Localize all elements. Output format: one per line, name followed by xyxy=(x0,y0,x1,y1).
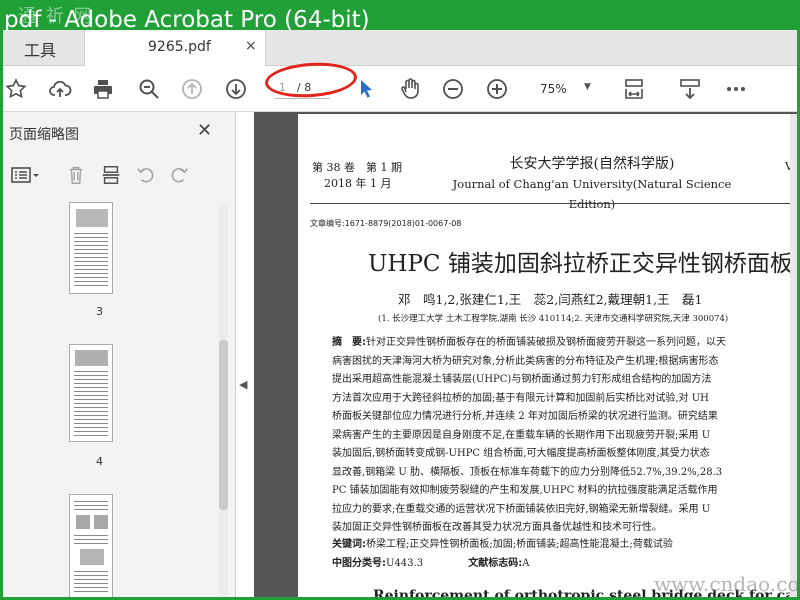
zoom-select[interactable]: 75% ▼ xyxy=(530,80,592,100)
abstract-line: 病害困扰的天津海河大桥为研究对象,分析此类病害的分布特征及产生机理;根据病害形态 xyxy=(332,355,719,367)
thumbnail-figure xyxy=(76,209,108,227)
abstract-line: PC 铺装加固能有效抑制疲劳裂缝的产生和发展,UHPC 材料的抗拉强度能满足活载… xyxy=(332,485,718,496)
thumbnail-page[interactable] xyxy=(69,344,113,442)
thumbnail-figure xyxy=(94,515,108,529)
fit-page-icon[interactable] xyxy=(620,76,648,102)
thumbnail-panel: 页面缩略图 ✕ 3 4 xyxy=(0,112,236,600)
article-affiliation: (1. 长沙理工大学 土木工程学院,湖南 长沙 410114;2. 天津市交通科… xyxy=(378,314,729,324)
main-toolbar: 1 / 8 75% ▼ xyxy=(0,66,800,112)
rotate-ccw-icon[interactable] xyxy=(133,162,159,188)
site-watermark: www.cndao.com xyxy=(654,572,800,596)
prev-page-icon[interactable] xyxy=(178,76,206,102)
tab-row: 工具 9265.pdf × xyxy=(0,30,800,67)
doc-code-value: A xyxy=(522,558,530,569)
abstract-line: 提出采用超高性能混凝土铺装层(UHPC)与钢桥面通过剪力钉形成组合结构的加固方法 xyxy=(332,374,712,385)
rotate-cw-icon[interactable] xyxy=(166,162,192,188)
journal-date-line: 2018 年 1 月 xyxy=(324,177,392,190)
thumbnail-list: 3 4 xyxy=(0,202,220,600)
abstract-line: 装加固后,钢桥面转变成钢-UHPC 组合桥面,可大幅度提高桥面板整体刚度,其受力… xyxy=(332,448,710,459)
panel-close-icon[interactable]: ✕ xyxy=(197,120,212,141)
document-scrollbar[interactable] xyxy=(790,114,800,600)
article-classification: 中图分类号:U443.3 文献标志码:A xyxy=(332,554,529,569)
thumbnail-figure xyxy=(76,515,90,529)
next-page-icon[interactable] xyxy=(222,76,250,102)
tab-tools[interactable]: 工具 xyxy=(0,30,84,66)
article-keywords: 关键词:桥梁工程;正交异性钢桥面板;加固;桥面铺装;超高性能混凝土;荷载试验 xyxy=(332,535,673,550)
zoom-in-icon[interactable] xyxy=(483,76,511,102)
article-number: 文章编号:1671-8879(2018)01-0067-08 xyxy=(310,219,462,228)
abstract-line: 拉应力的要求;在重载交通的运营状况下桥面铺装依旧完好,钢箱梁无新增裂缝。采用 U xyxy=(332,503,711,515)
article-abstract: 摘 要:针对正交异性钢桥面板存在的桥面铺装破损及钢桥面疲劳开裂这一系列问题，以天… xyxy=(332,334,800,538)
cloud-upload-icon[interactable] xyxy=(46,76,74,102)
header-rule xyxy=(310,203,800,204)
journal-name-cn: 长安大学学报(自然科学版) xyxy=(509,156,675,172)
article-authors: 邓 鸣1,2,张建仁1,王 蕊2,闫燕红2,戴理朝1,王 磊1 xyxy=(398,292,703,307)
thumbnail-label: 3 xyxy=(96,305,103,318)
thumbnail-figure xyxy=(75,350,108,366)
journal-name-en: Journal of Chang'an University(Natural S… xyxy=(452,177,732,211)
title-watermark: 通 祈 网 xyxy=(18,6,94,27)
journal-volume: 第 38 卷 第 1 期 2018 年 1 月 xyxy=(312,160,402,192)
thumbnail-page[interactable] xyxy=(69,202,113,294)
tab-close-icon[interactable]: × xyxy=(245,38,257,54)
panel-scrollbar-thumb[interactable] xyxy=(219,340,228,510)
thumbnail-page[interactable] xyxy=(69,494,113,600)
more-icon[interactable] xyxy=(722,76,750,102)
hand-icon[interactable] xyxy=(396,76,424,102)
keywords-text: 桥梁工程;正交异性钢桥面板;加固;桥面铺装;超高性能混凝土;荷载试验 xyxy=(366,539,673,550)
clc-label: 中图分类号: xyxy=(332,558,386,569)
zoom-value: 75% xyxy=(540,82,567,96)
document-page: 第 38 卷 第 1 期 2018 年 1 月 长安大学学报(自然科学版) Jo… xyxy=(298,114,800,600)
collapse-panel-icon[interactable]: ◀ xyxy=(239,378,247,391)
abstract-label: 摘 要: xyxy=(332,337,366,348)
chevron-down-icon: ▼ xyxy=(584,82,591,92)
zoom-out-icon[interactable] xyxy=(439,76,467,102)
doc-code-label: 文献标志码: xyxy=(468,558,523,569)
insert-pages-icon[interactable] xyxy=(98,162,124,188)
abstract-line: 桥面板关键部位应力情况进行分析,并连续 2 年对加固后桥梁的状况进行监测。研究结… xyxy=(332,411,718,422)
article-title: UHPC 铺装加固斜拉桥正交异性钢桥面板 xyxy=(368,251,793,277)
options-menu-icon[interactable] xyxy=(6,162,44,188)
thumbnail-label: 4 xyxy=(96,455,103,468)
abstract-line: 针对正交异性钢桥面板存在的桥面铺装破损及钢桥面疲劳开裂这一系列问题，以天 xyxy=(366,337,726,348)
abstract-line: 显改善,钢箱梁 U 肋、横隔板、顶板在标准车荷载下的应力分别降低52.7%,39… xyxy=(332,466,723,478)
print-icon[interactable] xyxy=(89,76,117,102)
abstract-line: 梁病害产生的主要原因是自身刚度不足,在重载车辆的长期作用下出现疲劳开裂;采用 U xyxy=(332,429,711,441)
trash-icon[interactable] xyxy=(63,162,89,188)
thumbnail-figure xyxy=(80,549,104,565)
abstract-line: 方法首次应用于大跨径斜拉桥的加固;基于有限元计算和加固前后实桥比对试验,对 UH xyxy=(332,392,709,404)
panel-title: 页面缩略图 xyxy=(9,127,79,143)
scroll-mode-icon[interactable] xyxy=(676,76,704,102)
tab-document-label: 9265.pdf xyxy=(148,39,211,55)
title-bar: pdf - Adobe Acrobat Pro (64-bit) 通 祈 网 xyxy=(0,0,800,33)
zoom-search-icon[interactable] xyxy=(135,76,163,102)
panel-toolbar xyxy=(0,158,236,192)
journal-name: 长安大学学报(自然科学版) Journal of Chang'an Univer… xyxy=(442,154,742,214)
keywords-label: 关键词: xyxy=(332,539,366,550)
journal-volume-line: 第 38 卷 第 1 期 xyxy=(312,161,402,174)
star-icon[interactable] xyxy=(2,76,30,102)
tab-document[interactable]: 9265.pdf × xyxy=(84,30,266,67)
clc-value: U443.3 xyxy=(386,558,424,569)
